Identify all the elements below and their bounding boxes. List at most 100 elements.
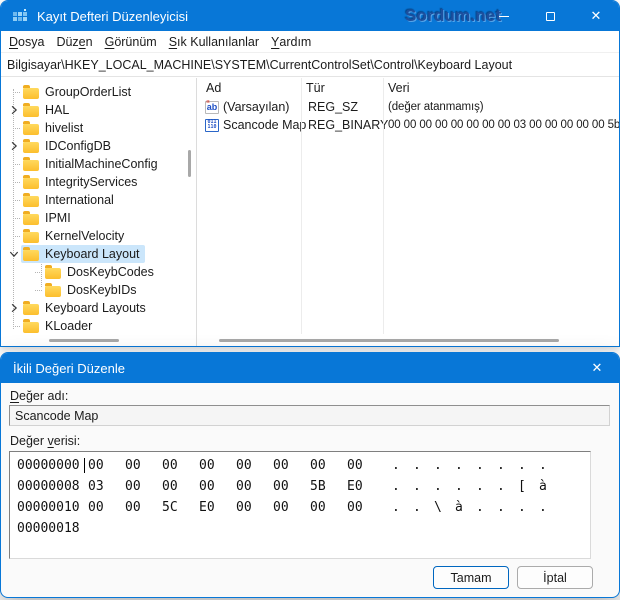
address-input[interactable]: [1, 53, 619, 76]
tree-item-kloader[interactable]: KLoader: [1, 317, 184, 335]
tree-item-hal[interactable]: HAL: [1, 101, 184, 119]
tree-item-kernelvelocity[interactable]: KernelVelocity: [1, 227, 184, 245]
chevron-right-icon[interactable]: [7, 299, 21, 317]
ascii-char: .: [455, 458, 463, 473]
ascii-char: .: [539, 500, 547, 515]
ok-button[interactable]: Tamam: [433, 566, 509, 589]
tree-item-integrityservices[interactable]: IntegrityServices: [1, 173, 184, 191]
close-button[interactable]: ✕: [573, 1, 619, 31]
value-data: (değer atanmamış): [388, 101, 484, 113]
column-header-name[interactable]: Ad: [201, 78, 301, 98]
hex-byte[interactable]: 00: [273, 497, 310, 518]
ascii-char: .: [392, 458, 400, 473]
hex-editor[interactable]: 00000000 00 00 00 00 00 00 00 00........ 00000008…: [9, 451, 591, 559]
folder-icon: [23, 84, 39, 99]
tree-item-grouporderlist[interactable]: GroupOrderList: [1, 83, 184, 101]
tree-vertical-scrollbar[interactable]: [188, 150, 191, 177]
tree-item-international[interactable]: International: [1, 191, 184, 209]
tree-connector: [7, 317, 21, 335]
window-content: GroupOrderList HAL hivelist IDConfigDB Initi…: [1, 78, 619, 346]
tree-item-label: hivelist: [45, 121, 84, 135]
hex-byte[interactable]: 03: [88, 476, 125, 497]
value-row-varsayilan[interactable]: ab (Varsayılan) REG_SZ (değer atanmamış): [201, 98, 619, 116]
column-header-type[interactable]: Tür: [301, 78, 383, 98]
dialog-close-button[interactable]: ✕: [575, 353, 619, 383]
folder-icon: [45, 264, 61, 279]
hex-byte[interactable]: 00: [199, 455, 236, 476]
value-data-label: Değer verisi:: [10, 434, 81, 448]
registry-editor-window: Kayıt Defteri Düzenleyicisi Sordum.net ✕…: [0, 0, 620, 347]
cancel-button[interactable]: İptal: [517, 566, 593, 589]
tree-item-hivelist[interactable]: hivelist: [1, 119, 184, 137]
hex-byte[interactable]: 00: [273, 455, 310, 476]
ascii-char: .: [476, 458, 484, 473]
value-row-scancode-map[interactable]: 011 110 Scancode Map REG_BINARY 00 00 00 00 …: [201, 116, 619, 134]
menu-item-sik-kullanilanlar[interactable]: Sık Kullanılanlar: [163, 31, 265, 53]
ascii-char: .: [518, 458, 526, 473]
menu-item-duzen[interactable]: Düz e n: [50, 31, 98, 53]
ascii-char: .: [497, 479, 505, 494]
hex-byte[interactable]: 00: [236, 476, 273, 497]
tree-horizontal-scrollbar[interactable]: [49, 339, 119, 342]
dialog-title-bar: İkili Değeri Düzenle ✕: [1, 353, 619, 383]
tree-item-doskeybcodes[interactable]: DosKeybCodes: [1, 263, 184, 281]
ascii-char: à: [539, 479, 547, 494]
hex-byte[interactable]: 00: [125, 455, 162, 476]
minimize-icon: [499, 15, 509, 17]
hex-row: 00000000 00 00 00 00 00 00 00 00........: [13, 455, 590, 476]
menu-item-gorunum[interactable]: Görünüm: [99, 31, 163, 53]
column-header-data[interactable]: Veri: [383, 78, 410, 98]
binary-value-icon: 011 110: [205, 118, 219, 132]
ascii-char: .: [455, 479, 463, 494]
folder-icon: [23, 156, 39, 171]
tree-item-label: GroupOrderList: [45, 85, 132, 99]
tree-item-keyboard-layout[interactable]: Keyboard Layout: [1, 245, 184, 263]
hex-byte[interactable]: 00: [162, 476, 199, 497]
hex-byte[interactable]: 5C: [162, 497, 199, 518]
chevron-right-icon[interactable]: [7, 137, 21, 155]
ascii-char: .: [476, 500, 484, 515]
values-list-header: Ad Tür Veri: [201, 78, 619, 98]
hex-byte[interactable]: 00: [162, 455, 199, 476]
hex-byte[interactable]: 5B: [310, 476, 347, 497]
chevron-down-icon[interactable]: [7, 245, 21, 263]
folder-icon: [23, 192, 39, 207]
tree-connector: [7, 227, 21, 245]
hex-byte[interactable]: E0: [347, 476, 384, 497]
hex-byte[interactable]: 00: [310, 455, 347, 476]
hex-byte[interactable]: 00: [347, 455, 384, 476]
ascii-char: .: [413, 500, 421, 515]
hex-byte[interactable]: 00: [88, 455, 125, 476]
values-horizontal-scrollbar[interactable]: [219, 339, 559, 342]
hex-byte[interactable]: 00: [199, 476, 236, 497]
maximize-button[interactable]: [527, 1, 573, 31]
tree-item-ipmi[interactable]: IPMI: [1, 209, 184, 227]
tree-item-initialmachineconfig[interactable]: InitialMachineConfig: [1, 155, 184, 173]
tree-item-label: Keyboard Layout: [45, 247, 140, 261]
menu-item-yardim[interactable]: Yardım: [265, 31, 317, 53]
registry-tree: GroupOrderList HAL hivelist IDConfigDB Initi…: [1, 83, 184, 335]
hex-byte[interactable]: 00: [125, 497, 162, 518]
tree-item-doskeybids[interactable]: DosKeybIDs: [1, 281, 184, 299]
tree-item-idconfigdb[interactable]: IDConfigDB: [1, 137, 184, 155]
hex-byte[interactable]: 00: [88, 497, 125, 518]
hex-byte[interactable]: 00: [125, 476, 162, 497]
folder-icon: [23, 228, 39, 243]
tree-item-label: DosKeybCodes: [67, 265, 154, 279]
ascii-char: [: [518, 479, 526, 494]
hex-offset: 00000000: [17, 458, 80, 473]
menu-item-dosya[interactable]: Dosya: [3, 31, 50, 53]
value-name-field[interactable]: [9, 405, 610, 426]
hex-byte[interactable]: 00: [347, 497, 384, 518]
hex-byte[interactable]: 00: [273, 476, 310, 497]
ascii-char: à: [455, 500, 463, 515]
minimize-button[interactable]: [481, 1, 527, 31]
hex-byte[interactable]: 00: [236, 497, 273, 518]
tree-item-label: International: [45, 193, 114, 207]
chevron-right-icon[interactable]: [7, 101, 21, 119]
hex-byte[interactable]: 00: [310, 497, 347, 518]
tree-item-keyboard-layouts[interactable]: Keyboard Layouts: [1, 299, 184, 317]
hex-row: 00000018: [13, 518, 590, 539]
hex-byte[interactable]: E0: [199, 497, 236, 518]
hex-byte[interactable]: 00: [236, 455, 273, 476]
